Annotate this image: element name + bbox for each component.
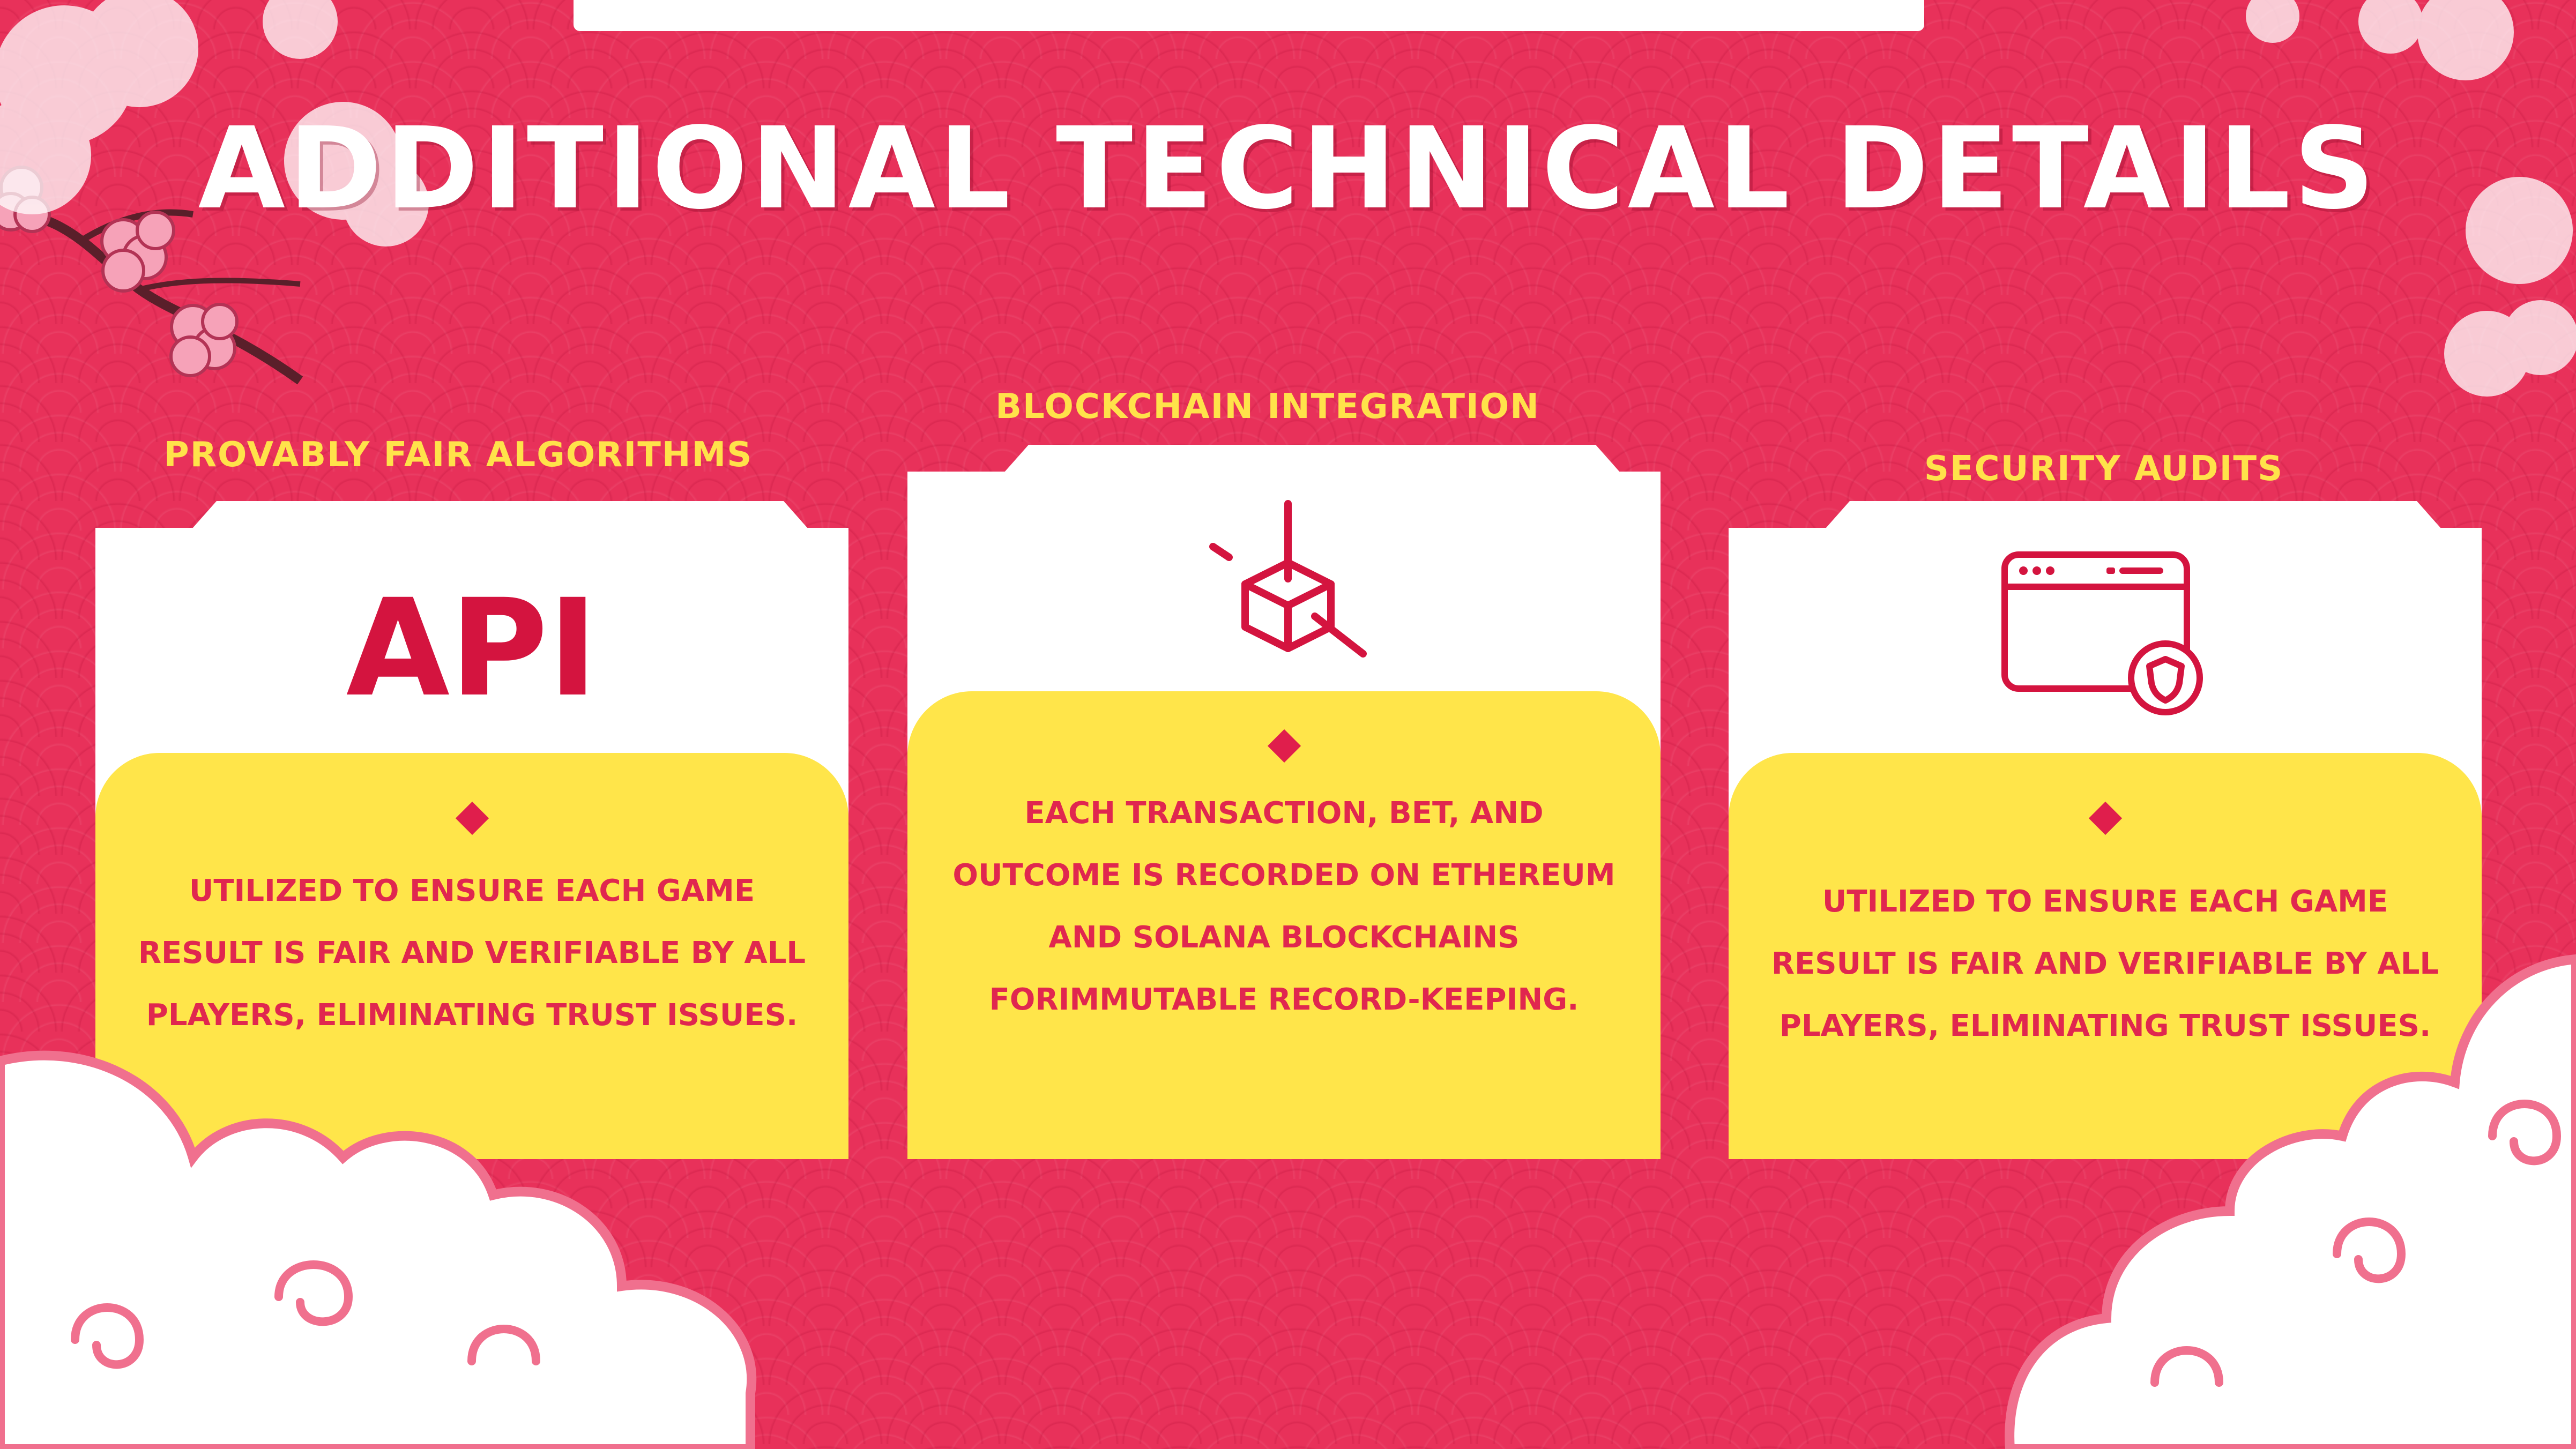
diamond-icon xyxy=(1267,729,1301,763)
diamond-icon xyxy=(455,801,489,835)
blockchain-cube-icon xyxy=(1209,500,1367,658)
diamond-icon xyxy=(2088,801,2122,835)
card-label-security: SECURITY AUDITS xyxy=(1924,449,2284,489)
page-title: ADDITIONAL TECHNICAL DETAILS xyxy=(198,103,2378,234)
card-description: EACH TRANSACTION, BET, AND OUTCOME IS RE… xyxy=(952,796,1615,1017)
card-tab xyxy=(192,501,808,529)
card-label-blockchain: BLOCKCHAIN INTEGRATION xyxy=(995,387,1540,427)
cloud-right-icon xyxy=(2005,954,2576,1449)
secure-browser-shield-icon xyxy=(2001,551,2203,715)
top-white-bar xyxy=(574,0,1924,31)
card-label-provably-fair: PROVABLY FAIR ALGORITHMS xyxy=(163,435,753,475)
card-blockchain: EACH TRANSACTION, BET, AND OUTCOME IS RE… xyxy=(907,445,1661,1159)
card-yellow-panel: EACH TRANSACTION, BET, AND OUTCOME IS RE… xyxy=(907,691,1661,1159)
card-tab xyxy=(1004,445,1620,473)
api-text-icon: API xyxy=(346,570,598,726)
card-tab xyxy=(1825,501,2441,529)
cloud-left-icon xyxy=(0,1050,757,1449)
